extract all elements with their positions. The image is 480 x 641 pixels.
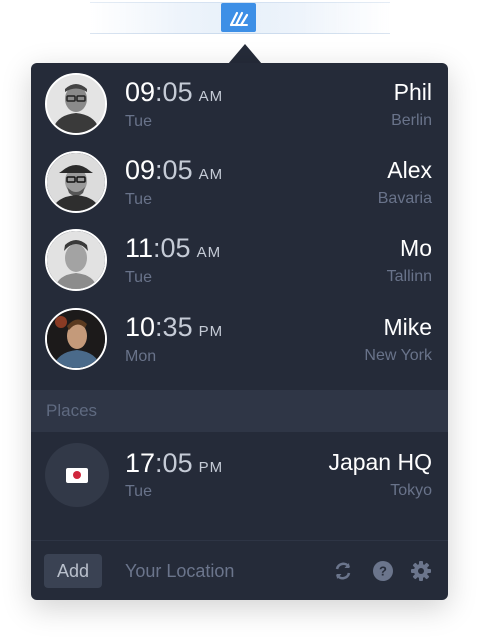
person-row[interactable]: 09:05 AM Tue Phil Berlin [31,65,448,143]
person-row[interactable]: 11:05 AM Tue Mo Tallinn [31,221,448,299]
person-city: New York [364,347,432,364]
person-city: Tallinn [386,268,432,285]
svg-text:?: ? [379,564,387,579]
places-section-header: Places [31,390,448,432]
local-time: 09:05 AM [125,77,224,107]
person-city: Berlin [391,112,432,129]
place-row[interactable]: 17:05 PM Tue Japan HQ Tokyo [31,433,448,511]
person-row[interactable]: 09:05 AM Tue Alex Bavaria [31,143,448,221]
person-name: Phil [393,79,432,105]
weekday-label: Mon [125,348,157,365]
section-title: Places [46,401,98,420]
person-row[interactable]: 10:35 PM Mon Mike New York [31,300,448,378]
local-time: 11:05 AM [125,233,222,263]
place-city: Tokyo [390,482,432,499]
timezone-panel: 09:05 AM Tue Phil Berlin 09:05 AM Tue Alex… [31,63,448,600]
settings-icon[interactable] [410,560,432,582]
place-icon [45,443,109,507]
refresh-icon[interactable] [332,560,354,582]
person-name: Alex [387,157,432,183]
location-input[interactable] [117,554,313,588]
person-name: Mike [383,314,432,340]
avatar [45,73,107,135]
weekday-label: Tue [125,269,152,286]
weekday-label: Tue [125,113,152,130]
avatar [45,229,107,291]
japan-flag-icon [66,467,88,483]
local-time: 17:05 PM [125,448,224,478]
place-name: Japan HQ [328,449,432,475]
avatar [45,308,107,370]
timezone-app-icon[interactable] [221,3,256,32]
person-city: Bavaria [377,190,432,207]
person-name: Mo [400,235,432,261]
avatar [45,151,107,213]
weekday-label: Tue [125,483,152,500]
popover-arrow [228,44,262,64]
local-time: 10:35 PM [125,312,224,342]
panel-footer: Add ? [31,540,448,600]
weekday-label: Tue [125,191,152,208]
local-time: 09:05 AM [125,155,224,185]
add-button[interactable]: Add [44,554,102,588]
help-icon[interactable]: ? [372,560,394,582]
